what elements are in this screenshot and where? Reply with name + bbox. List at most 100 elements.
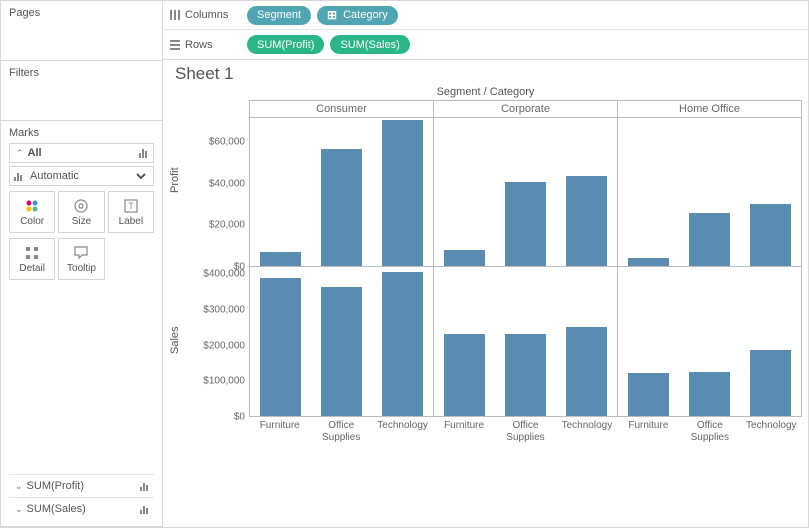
bar[interactable] (260, 278, 301, 416)
y-tick: $20,000 (209, 220, 245, 231)
bar[interactable] (444, 250, 485, 266)
mark-type-select[interactable]: Automatic (9, 166, 154, 186)
bar[interactable] (444, 334, 485, 416)
bar[interactable] (566, 327, 607, 416)
bar-slot (618, 118, 679, 266)
bar[interactable] (628, 373, 669, 416)
category-labels: FurnitureOfficeSuppliesTechnologyFurnitu… (187, 417, 802, 443)
bar-slot (618, 267, 679, 416)
detail-button[interactable]: Detail (9, 238, 55, 280)
bar[interactable] (689, 372, 730, 416)
side-panels: Pages Filters Marks ⌃ All Automatic Color (1, 1, 163, 527)
pages-shelf[interactable]: Pages (1, 1, 162, 61)
marks-grid-row2: Detail Tooltip (9, 238, 154, 280)
filters-title: Filters (9, 67, 154, 79)
marks-title: Marks (9, 127, 154, 143)
bar-slot (372, 118, 433, 266)
bar[interactable] (321, 149, 362, 266)
category-label: Furniture (433, 417, 494, 443)
bar-slot (679, 267, 740, 416)
bar-slot (740, 118, 801, 266)
y-axis-profit-title: Profit (169, 100, 187, 260)
tooltip-icon (73, 245, 89, 261)
bar[interactable] (566, 176, 607, 266)
bar[interactable] (689, 213, 730, 266)
bar[interactable] (260, 252, 301, 266)
y-tick: $300,000 (203, 304, 245, 315)
plot-segment (617, 117, 802, 267)
app-root: Pages Filters Marks ⌃ All Automatic Color (0, 0, 809, 528)
mark-type-dropdown[interactable]: Automatic (26, 169, 149, 183)
bar[interactable] (505, 334, 546, 416)
chart: Profit Sales ConsumerCorporateHome Offic… (169, 100, 802, 443)
chart-header: Segment / Category (169, 86, 802, 98)
category-label: OfficeSupplies (310, 417, 371, 443)
rows-shelf[interactable]: Rows SUM(Profit) SUM(Sales) (163, 30, 808, 59)
color-icon (24, 198, 40, 214)
category-label: Technology (372, 417, 433, 443)
columns-label: Columns (185, 9, 228, 21)
bar-slot (311, 118, 372, 266)
bar-slot (250, 118, 311, 266)
pill-segment[interactable]: Segment (247, 6, 311, 25)
detail-icon (24, 245, 40, 261)
bar-slot (250, 267, 311, 416)
category-label: Technology (556, 417, 617, 443)
bar-slot (556, 118, 617, 266)
category-label: Technology (741, 417, 802, 443)
segment-header: Consumer (249, 100, 433, 117)
bar[interactable] (505, 182, 546, 266)
marks-card: Marks ⌃ All Automatic Color Size (1, 121, 162, 527)
label-icon: T (123, 198, 139, 214)
bar-slot (495, 267, 556, 416)
size-icon (73, 198, 89, 214)
bar-slot (372, 267, 433, 416)
pill-sum-sales[interactable]: SUM(Sales) (330, 35, 409, 54)
y-tick: $100,000 (203, 376, 245, 387)
label-button[interactable]: T Label (108, 191, 154, 233)
y-axis-sales-title: Sales (169, 260, 187, 420)
expand-icon: ⊞ (327, 8, 337, 22)
y-ticks-profit: $0$20,000$40,000$60,000 (187, 117, 249, 267)
bar-slot (556, 267, 617, 416)
bar[interactable] (750, 350, 791, 416)
bar-slot (495, 118, 556, 266)
y-tick: $0 (234, 412, 245, 423)
chart-row-sales: $0$100,000$200,000$300,000$400,000 (187, 267, 802, 417)
category-label: OfficeSupplies (679, 417, 740, 443)
category-label: Furniture (249, 417, 310, 443)
bar-slot (740, 267, 801, 416)
size-button[interactable]: Size (58, 191, 104, 233)
bar[interactable] (628, 258, 669, 266)
plot-segment (433, 117, 617, 267)
worksheet-area: Columns Segment ⊞Category Rows SUM(Profi… (163, 1, 808, 527)
bar[interactable] (750, 204, 791, 266)
plot-segment (249, 267, 433, 417)
marks-all-toggle[interactable]: ⌃ All (9, 143, 154, 163)
chevron-up-icon: ⌃ (16, 148, 24, 158)
pill-category[interactable]: ⊞Category (317, 6, 398, 25)
y-tick: $60,000 (209, 137, 245, 148)
bar-slot (311, 267, 372, 416)
y-tick: $200,000 (203, 340, 245, 351)
sheet-title[interactable]: Sheet 1 (169, 64, 802, 86)
pill-sum-profit[interactable]: SUM(Profit) (247, 35, 324, 54)
bar[interactable] (382, 272, 423, 416)
plot-segment (617, 267, 802, 417)
marks-measure-profit[interactable]: ⌄SUM(Profit) (9, 474, 154, 497)
marks-measure-sales[interactable]: ⌄SUM(Sales) (9, 497, 154, 520)
bar[interactable] (382, 120, 423, 266)
y-tick: $400,000 (203, 269, 245, 280)
marks-all-label: All (28, 147, 42, 159)
marks-grid-row1: Color Size T Label (9, 191, 154, 233)
plot-segment (433, 267, 617, 417)
tooltip-button[interactable]: Tooltip (58, 238, 104, 280)
bar-slot (434, 118, 495, 266)
segment-headers: ConsumerCorporateHome Office (187, 100, 802, 117)
bar[interactable] (321, 287, 362, 416)
columns-shelf[interactable]: Columns Segment ⊞Category (163, 1, 808, 30)
filters-shelf[interactable]: Filters (1, 61, 162, 121)
chart-row-profit: $0$20,000$40,000$60,000 (187, 117, 802, 267)
bar-chart-icon (139, 148, 147, 158)
color-button[interactable]: Color (9, 191, 55, 233)
